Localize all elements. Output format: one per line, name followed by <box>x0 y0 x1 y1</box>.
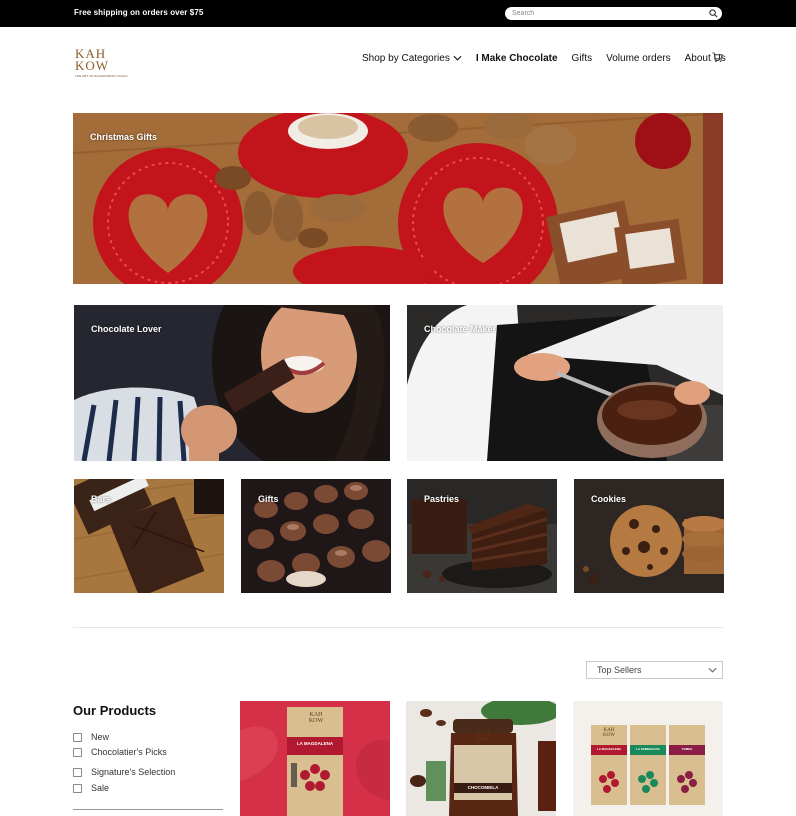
filter-label: Sale <box>91 783 110 793</box>
tile-label: Gifts <box>258 494 279 504</box>
tile-label: Bars <box>91 494 112 504</box>
main-nav: Shop by Categories I Make Chocolate Gift… <box>362 51 740 65</box>
nav-volume-orders[interactable]: Volume orders <box>606 53 670 64</box>
tile-label: Chocolate Lover <box>91 324 162 334</box>
checkbox[interactable] <box>73 747 82 757</box>
product-name: CHOCOMIELA <box>467 785 499 790</box>
category-chocolate-lover[interactable]: Chocolate Lover <box>74 305 390 461</box>
logo-tagline: THE ART OF ECUADORIAN CACAO <box>75 74 128 78</box>
product-image <box>573 701 723 816</box>
nav-i-make-chocolate[interactable]: I Make Chocolate <box>476 53 558 64</box>
banner-label: Christmas Gifts <box>90 132 158 142</box>
product-brand: KAH KOW <box>308 712 324 724</box>
product-brand: KAH KOW <box>603 728 615 738</box>
filter-label: Chocolatier's Picks <box>91 747 167 757</box>
product-brand: KAH KOW <box>475 731 491 743</box>
checkbox[interactable] <box>73 732 82 742</box>
cart-icon[interactable] <box>712 52 723 63</box>
search-input[interactable] <box>512 7 702 20</box>
section-divider <box>73 627 723 628</box>
tile-label: Pastries <box>424 494 460 504</box>
category-bars[interactable]: Bars <box>74 479 224 593</box>
product-image <box>406 701 556 816</box>
search-icon[interactable] <box>709 9 718 18</box>
category-chocolate-maker[interactable]: Chocolate Maker <box>407 305 723 461</box>
category-pastries[interactable]: Pastries <box>407 479 557 593</box>
filter-sale[interactable]: Sale <box>73 782 109 794</box>
logo-line-2: KOW <box>75 58 110 73</box>
top-bar: Free shipping on orders over $75 <box>0 0 796 27</box>
filter-signatures-selection[interactable]: Signature's Selection <box>73 766 175 778</box>
checkbox[interactable] <box>73 767 82 777</box>
filter-new[interactable]: New <box>73 731 109 743</box>
filters-title: Our Products <box>73 703 157 718</box>
chevron-down-icon <box>708 667 717 673</box>
tile-label: Chocolate Maker <box>424 324 497 334</box>
filters-divider <box>73 809 223 810</box>
product-bar-name: TOMEX <box>681 747 693 751</box>
product-bar-name: LA ESMERALDA <box>636 747 660 751</box>
promo-text: Free shipping on orders over $75 <box>74 8 204 17</box>
banner-christmas-gifts[interactable]: Christmas Gifts <box>73 113 723 284</box>
product-card[interactable]: KAH KOW LA MAGDALENA LA ESMERALDA TOMEX <box>573 701 723 816</box>
site-logo[interactable]: KAH KOW THE ART OF ECUADORIAN CACAO <box>75 47 128 80</box>
nav-shop-by-categories[interactable]: Shop by Categories <box>362 53 462 64</box>
nav-shop-label: Shop by Categories <box>362 52 450 64</box>
search-box[interactable] <box>505 7 722 20</box>
filter-label: Signature's Selection <box>91 767 176 777</box>
sort-selected-value: Top Sellers <box>597 665 642 675</box>
product-card[interactable]: KAH KOW LA MAGDALENA <box>240 701 390 816</box>
filter-chocolatiers-picks[interactable]: Chocolatier's Picks <box>73 746 167 758</box>
product-card[interactable]: KAH KOW CHOCOMIELA <box>406 701 556 816</box>
banner-image <box>73 113 723 284</box>
tile-label: Cookies <box>591 494 627 504</box>
product-bar-name: LA MAGDALENA <box>596 747 622 751</box>
chevron-down-icon <box>453 55 462 61</box>
filter-label: New <box>91 732 110 742</box>
checkbox[interactable] <box>73 783 82 793</box>
nav-gifts[interactable]: Gifts <box>572 53 593 64</box>
sort-select[interactable]: Top Sellers <box>586 661 723 679</box>
category-gifts[interactable]: Gifts <box>241 479 391 593</box>
category-cookies[interactable]: Cookies <box>574 479 724 593</box>
product-name: LA MAGDALENA <box>296 741 334 746</box>
